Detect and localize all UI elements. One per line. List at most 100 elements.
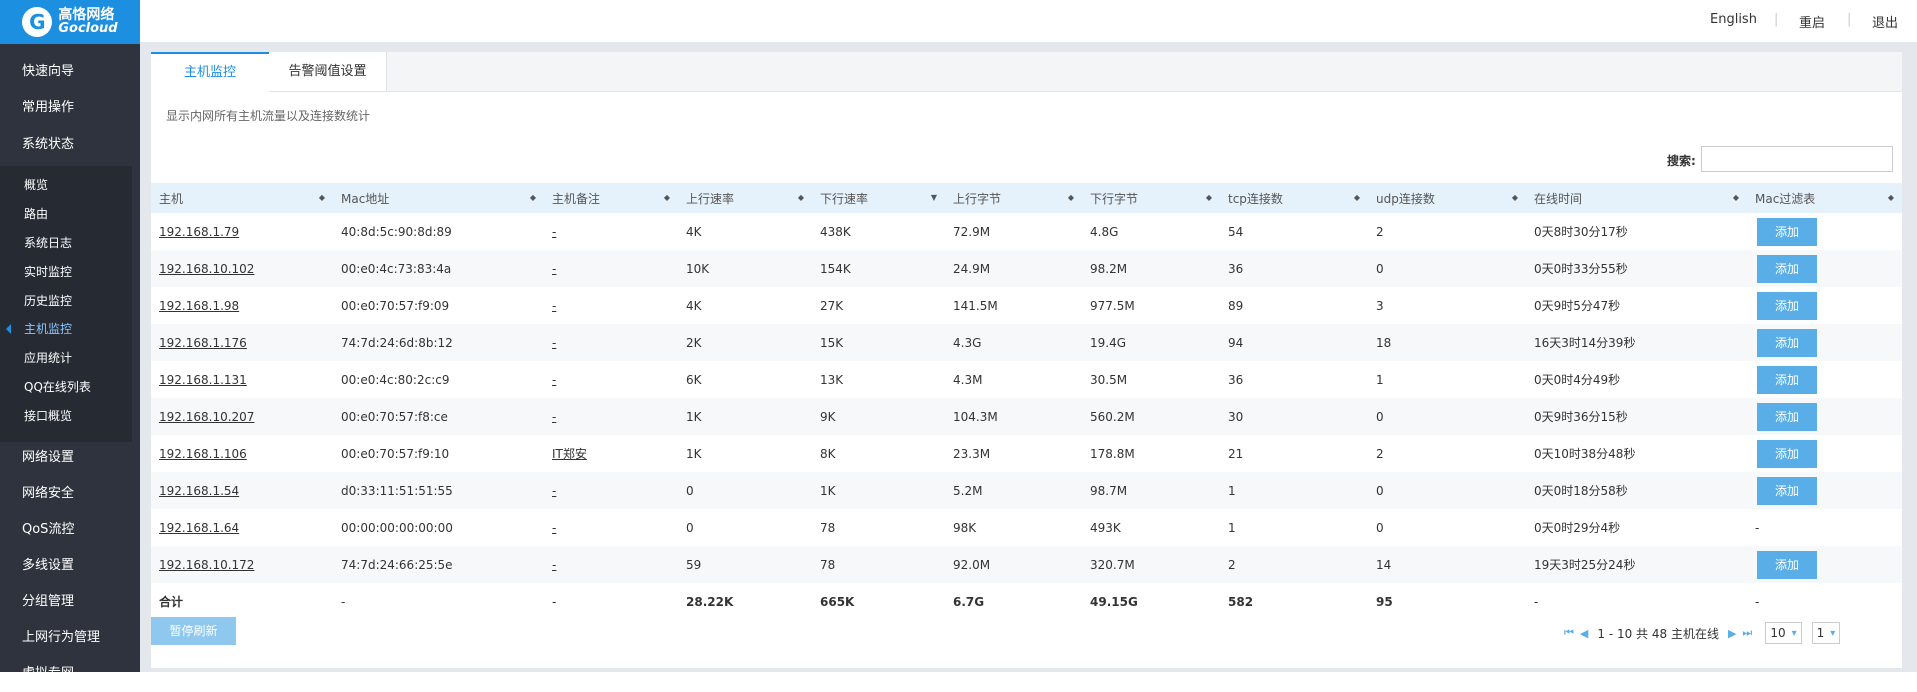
column-header-label: 上行字节 [953,191,1002,206]
host-ip-link[interactable]: 192.168.1.98 [159,299,239,313]
host-ip-link[interactable]: 192.168.10.207 [159,410,254,424]
cell-down-rate: 78 [812,509,945,546]
host-note-link[interactable]: - [552,410,556,424]
column-header-up-bytes[interactable]: 上行字节 ◆ [945,183,1082,213]
table-row: 192.168.10.207 00:e0:70:57:f8:ce - 1K 9K 104.… [151,398,1902,435]
host-ip-link[interactable]: 192.168.1.106 [159,447,247,461]
cell-mac-filter: 添加 [1747,361,1902,398]
cell-value: 54 [1228,224,1244,239]
add-mac-filter-button[interactable]: 添加 [1757,402,1817,431]
cell-value: 560.2M [1090,409,1135,424]
submenu-app-stats[interactable]: 应用统计 [0,344,132,372]
submenu-route[interactable]: 路由 [0,200,132,228]
host-note-link[interactable]: IT郑安 [552,447,587,461]
tab-host-monitor[interactable]: 主机监控 [151,52,269,92]
menu-network-settings[interactable]: 网络设置 [0,440,140,476]
submenu-host-monitor[interactable]: 主机监控 [0,315,132,343]
add-mac-filter-button[interactable]: 添加 [1757,291,1817,320]
cell-up-rate: 1K [678,435,812,472]
cell-value: 78 [820,557,836,572]
column-header-udp-count[interactable]: udp连接数 ◆ [1368,183,1526,213]
column-header-online-time[interactable]: 在线时间 ◆ [1526,183,1747,213]
tab-alarm-threshold[interactable]: 告警阈值设置 [269,52,387,91]
cell-up-rate: 59 [678,546,812,583]
host-ip-link[interactable]: 192.168.10.172 [159,558,254,572]
pause-refresh-button[interactable]: 暂停刷新 [151,617,236,645]
add-mac-filter-button[interactable]: 添加 [1757,365,1817,394]
add-mac-filter-button[interactable]: 添加 [1757,254,1817,283]
menu-group-mgmt[interactable]: 分组管理 [0,584,140,620]
submenu-interface-overview[interactable]: 接口概览 [0,402,132,430]
last-page-icon[interactable]: ⏭ [1742,626,1752,640]
menu-network-security[interactable]: 网络安全 [0,476,140,512]
cell-value: 1K [686,409,702,424]
cell-up-rate: 4K [678,213,812,250]
host-ip-link[interactable]: 192.168.1.64 [159,521,239,535]
cell-down-rate: 8K [812,435,945,472]
menu-vpn[interactable]: 虚拟专网 [0,656,140,692]
prev-page-icon[interactable]: ◀ [1580,627,1588,640]
add-mac-filter-button[interactable]: 添加 [1757,476,1817,505]
menu-qos[interactable]: QoS流控 [0,512,140,548]
host-note-link[interactable]: - [552,373,556,387]
cell-up-rate: 10K [678,250,812,287]
menu-multiline[interactable]: 多线设置 [0,548,140,584]
page-select[interactable]: 1 ▾ [1811,622,1841,644]
host-ip-link[interactable]: 192.168.1.131 [159,373,247,387]
logout-link[interactable]: 退出 [1872,12,1898,31]
cell-up-rate: 6K [678,361,812,398]
host-note-link[interactable]: - [552,484,556,498]
cell-value: 1 [1376,372,1384,387]
cell-note: - [544,472,678,509]
cell-value: 154K [820,261,851,276]
host-note-link[interactable]: - [552,262,556,276]
host-ip-link[interactable]: 192.168.1.79 [159,225,239,239]
menu-behavior-mgmt[interactable]: 上网行为管理 [0,620,140,656]
add-mac-filter-button[interactable]: 添加 [1757,550,1817,579]
submenu-overview[interactable]: 概览 [0,171,132,199]
cell-host: 192.168.1.79 [151,213,333,250]
submenu-system-log[interactable]: 系统日志 [0,229,132,257]
host-note-link[interactable]: - [552,521,556,535]
search-input[interactable] [1701,146,1893,172]
cell-online-time: 0天0时18分58秒 [1526,472,1747,509]
menu-quick-guide[interactable]: 快速向导 [0,54,140,90]
sort-icon: ◆ [663,193,670,202]
host-ip-link[interactable]: 192.168.10.102 [159,262,254,276]
cell-mac: 00:e0:70:57:f9:09 [333,287,544,324]
column-header-up-rate[interactable]: 上行速率 ◆ [678,183,812,213]
cell-udp-count: 3 [1368,287,1526,324]
first-page-icon[interactable]: ⏮ [1564,626,1574,640]
english-link[interactable]: English [1710,12,1757,27]
restart-link[interactable]: 重启 [1799,12,1825,31]
column-header-down-rate[interactable]: 下行速率 ▼ [812,183,945,213]
next-page-icon[interactable]: ▶ [1728,627,1736,640]
page-size-select[interactable]: 10 ▾ [1765,622,1802,644]
host-ip-link[interactable]: 192.168.1.176 [159,336,247,350]
submenu-history-monitor[interactable]: 历史监控 [0,287,132,315]
host-table: 主机 ◆ Mac地址 ◆ 主机备注 ◆ 上行速率 ◆ 下行速率 ▼ 上行字节 ◆ 下行字节 ◆ tcp连接数… [151,183,1902,620]
table-total-row: 合计 - - 28.22K 665K 6.7G 49.15G 582 95 - - [151,583,1902,620]
column-header-note[interactable]: 主机备注 ◆ [544,183,678,213]
menu-common-ops[interactable]: 常用操作 [0,90,140,126]
column-header-mac-filter[interactable]: Mac过滤表 ◆ [1747,183,1902,213]
cell-udp-count: 0 [1368,398,1526,435]
submenu-qq-online[interactable]: QQ在线列表 [0,373,132,401]
add-mac-filter-button[interactable]: 添加 [1757,328,1817,357]
submenu-realtime-monitor[interactable]: 实时监控 [0,258,132,286]
cell-note: - [544,287,678,324]
column-header-host[interactable]: 主机 ◆ [151,183,333,213]
menu-system-status[interactable]: 系统状态 [0,127,140,163]
host-note-link[interactable]: - [552,225,556,239]
total-up-bytes: 6.7G [953,594,985,609]
column-header-tcp-count[interactable]: tcp连接数 ◆ [1220,183,1368,213]
cell-value: 178.8M [1090,446,1135,461]
host-ip-link[interactable]: 192.168.1.54 [159,484,239,498]
host-note-link[interactable]: - [552,336,556,350]
add-mac-filter-button[interactable]: 添加 [1757,217,1817,246]
column-header-mac[interactable]: Mac地址 ◆ [333,183,544,213]
host-note-link[interactable]: - [552,299,556,313]
add-mac-filter-button[interactable]: 添加 [1757,439,1817,468]
host-note-link[interactable]: - [552,558,556,572]
column-header-down-bytes[interactable]: 下行字节 ◆ [1082,183,1220,213]
